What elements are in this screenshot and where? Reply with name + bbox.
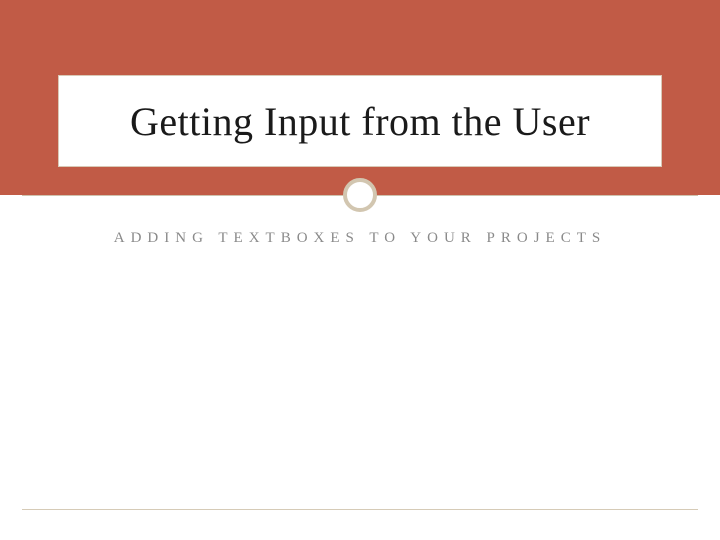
footer-line	[22, 509, 698, 510]
ring-icon	[343, 178, 377, 212]
slide: Getting Input from the User ADDING TEXTB…	[0, 0, 720, 540]
slide-subtitle: ADDING TEXTBOXES TO YOUR PROJECTS	[0, 230, 720, 247]
title-container: Getting Input from the User	[58, 75, 662, 167]
slide-title: Getting Input from the User	[130, 98, 590, 145]
